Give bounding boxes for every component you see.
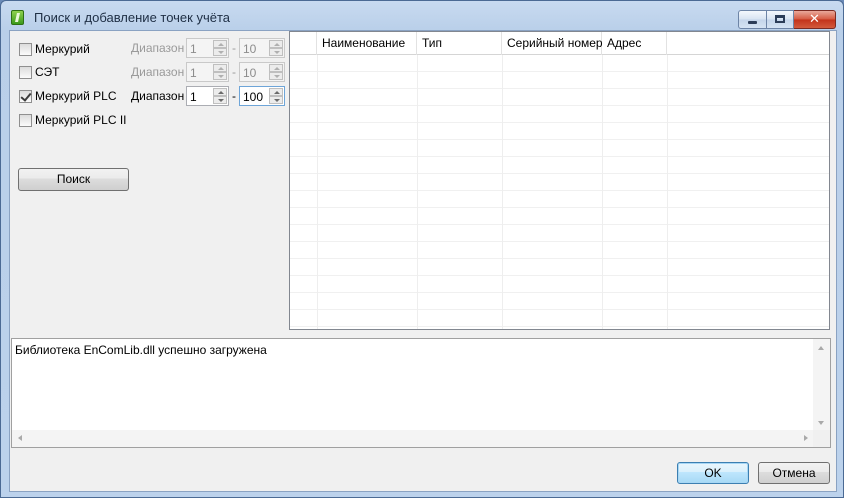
mercury-plc-range-to-value: 100 [243,90,264,104]
spin-down-icon [269,72,283,80]
spin-up-icon [213,40,227,48]
spin-down-icon [269,48,283,56]
option-mercury[interactable]: Меркурий [19,41,90,57]
scroll-down-icon[interactable] [818,421,824,425]
search-dialog-window: Поиск и добавление точек учёта ✕ Меркури… [0,0,844,498]
set-range-to-value: 10 [243,66,257,80]
results-table[interactable]: Наименование Тип Серийный номер Адрес [289,31,830,330]
range-separator: - [232,41,236,55]
spin-up-icon [269,64,283,72]
table-row [290,276,829,293]
cancel-button[interactable]: Отмена [758,462,830,484]
maximize-button[interactable] [767,10,794,29]
table-row [290,225,829,242]
option-mercury-plc[interactable]: Меркурий PLC [19,88,117,104]
title-bar[interactable]: Поиск и добавление точек учёта ✕ [1,1,843,31]
table-row [290,293,829,310]
table-row [290,89,829,106]
ok-button[interactable]: OK [677,462,749,484]
table-row [290,106,829,123]
table-row [290,310,829,327]
row-header-corner [290,32,317,55]
column-header-type[interactable]: Тип [417,32,502,55]
log-text: Библиотека EnComLib.dll успешно загружен… [15,343,267,357]
table-row [290,72,829,89]
column-divider [667,55,668,329]
mercury-plc-2-checkbox[interactable] [19,113,32,127]
log-textbox[interactable]: Библиотека EnComLib.dll успешно загружен… [11,338,831,448]
search-button[interactable]: Поиск [18,168,129,191]
close-button[interactable]: ✕ [794,10,836,29]
spin-up-icon [269,40,283,48]
set-range-from-value: 1 [190,66,197,80]
range-separator: - [232,89,236,103]
mercury-label: Меркурий [35,42,90,56]
mercury-range-to-value: 10 [243,42,257,56]
mercury-plc-range-label: Диапазон [131,89,185,103]
spin-down-icon [213,48,227,56]
option-set[interactable]: СЭТ [19,64,60,80]
mercury-plc-range-from[interactable]: 1 [186,86,229,106]
column-divider [417,55,418,329]
mercury-checkbox[interactable] [19,42,32,56]
mercury-range-to: 10 [239,38,285,58]
scroll-up-icon[interactable] [818,346,824,350]
spin-up-icon[interactable] [269,88,283,96]
set-checkbox[interactable] [19,65,32,79]
close-icon: ✕ [809,12,820,27]
table-row [290,208,829,225]
table-row [290,259,829,276]
maximize-icon [775,15,785,23]
mercury-range-from-value: 1 [190,42,197,56]
mercury-plc-2-label: Меркурий PLC II [35,113,127,127]
mercury-plc-range-from-value: 1 [190,90,197,104]
mercury-plc-label: Меркурий PLC [35,89,117,103]
column-divider [502,55,503,329]
column-divider [317,55,318,329]
table-header: Наименование Тип Серийный номер Адрес [290,32,829,55]
column-header-name[interactable]: Наименование [317,32,417,55]
mercury-range-label: Диапазон [131,41,185,55]
table-row [290,55,829,72]
minimize-icon [748,21,757,24]
set-range-from: 1 [186,62,229,82]
scrollbar-corner [813,430,830,447]
spin-down-icon[interactable] [269,96,283,104]
dialog-client-area: Меркурий Диапазон 1 - 10 СЭТ Диапазон 1 … [9,30,837,492]
set-label: СЭТ [35,65,60,79]
table-row [290,191,829,208]
table-row [290,140,829,157]
minimize-button[interactable] [738,10,767,29]
spin-up-icon [213,64,227,72]
mercury-plc-checkbox[interactable] [19,89,32,103]
mercury-plc-range-to[interactable]: 100 [239,86,285,106]
set-range-to: 10 [239,62,285,82]
log-horizontal-scrollbar[interactable] [12,430,814,447]
column-header-address[interactable]: Адрес [602,32,667,55]
column-divider [602,55,603,329]
table-row [290,157,829,174]
table-row [290,123,829,140]
set-range-label: Диапазон [131,65,185,79]
log-vertical-scrollbar[interactable] [813,339,830,431]
spin-down-icon [213,72,227,80]
scroll-left-icon[interactable] [18,435,22,441]
mercury-range-from: 1 [186,38,229,58]
app-icon [11,10,24,25]
spin-down-icon[interactable] [213,96,227,104]
range-separator: - [232,65,236,79]
table-row [290,174,829,191]
column-header-serial[interactable]: Серийный номер [502,32,603,55]
table-row [290,242,829,259]
window-title: Поиск и добавление точек учёта [34,10,231,25]
scroll-right-icon[interactable] [804,435,808,441]
spin-up-icon[interactable] [213,88,227,96]
option-mercury-plc-2[interactable]: Меркурий PLC II [19,112,127,128]
